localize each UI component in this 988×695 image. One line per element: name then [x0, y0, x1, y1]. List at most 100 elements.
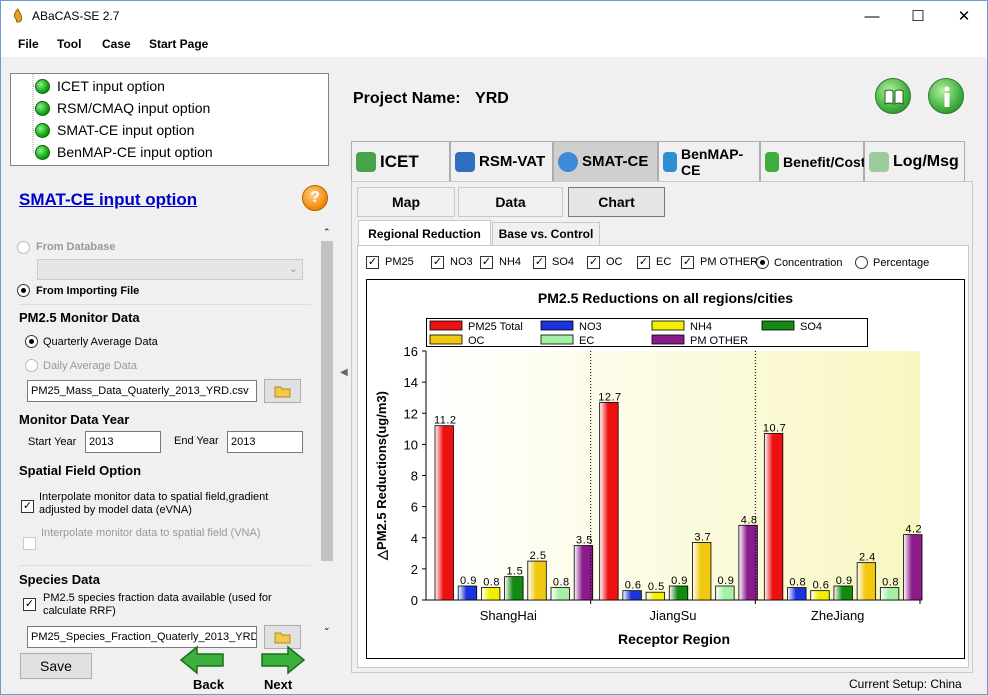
help-button[interactable]: ?: [302, 185, 328, 211]
options-scrollbar[interactable]: ⌃ ⌄: [319, 225, 335, 638]
next-button-label[interactable]: Next: [264, 677, 292, 692]
scroll-thumb[interactable]: [321, 241, 333, 561]
x-axis-label: Receptor Region: [618, 631, 730, 647]
back-arrow-icon[interactable]: [179, 645, 225, 675]
bar-value-label: 0.9: [671, 575, 688, 587]
minimize-icon: —: [864, 7, 880, 25]
quarterly-label: Quarterly Average Data: [43, 336, 158, 348]
legend-swatch: [540, 320, 574, 331]
tree-item-icet[interactable]: ICET input option: [35, 78, 165, 94]
bar-pm-other: [903, 534, 923, 601]
species-check-label: EC: [656, 256, 672, 268]
subtab-chart[interactable]: Chart: [568, 187, 665, 217]
tab-icet[interactable]: ICET: [351, 141, 450, 181]
question-icon: ?: [310, 189, 320, 206]
species-check-so4[interactable]: ✓: [533, 256, 546, 269]
species-check-ec[interactable]: ✓: [637, 256, 650, 269]
daily-label: Daily Average Data: [43, 360, 137, 372]
tree-item-smat-ce[interactable]: SMAT-CE input option: [35, 122, 194, 138]
from-importing-radio[interactable]: [17, 284, 30, 297]
start-year-input[interactable]: 2013: [85, 431, 161, 453]
bar-oc: [856, 562, 877, 601]
from-database-radio[interactable]: [17, 241, 30, 254]
subtab-map[interactable]: Map: [357, 187, 455, 217]
tree-item-rsm-cmaq[interactable]: RSM/CMAQ input option: [35, 100, 210, 116]
collapse-left-icon[interactable]: ◀: [340, 367, 348, 378]
benefit-cost-icon: [765, 151, 779, 172]
mode-radio-percentage[interactable]: [855, 256, 868, 269]
from-database-label: From Database: [36, 241, 116, 253]
menu-file[interactable]: File: [18, 37, 39, 51]
book-button[interactable]: [875, 78, 911, 114]
species-check-nh4[interactable]: ✓: [480, 256, 493, 269]
monitor-file-input[interactable]: PM25_Mass_Data_Quaterly_2013_YRD.csv: [27, 380, 257, 402]
y-tick-label: 12: [404, 406, 418, 421]
legend-label: SO4: [800, 321, 822, 333]
green-node-icon: [35, 79, 50, 94]
quarterly-radio[interactable]: [25, 335, 38, 348]
species-check-no3[interactable]: ✓: [431, 256, 444, 269]
tab-smat-ce[interactable]: SMAT-CE: [553, 141, 658, 181]
species-checkbox[interactable]: ✓: [23, 598, 36, 611]
tab-benmap-ce[interactable]: BenMAP-CE: [658, 141, 760, 181]
bar-no3: [457, 585, 478, 601]
bar-ec: [879, 587, 900, 601]
mode-radio-label: Concentration: [774, 257, 843, 269]
y-tick-label: 6: [411, 500, 418, 515]
species-check-pm-other[interactable]: ✓: [681, 256, 694, 269]
bar-value-label: 0.8: [483, 577, 500, 589]
tree-item-benmap-ce[interactable]: BenMAP-CE input option: [35, 144, 213, 160]
tab-log-msg[interactable]: Log/Msg: [864, 141, 965, 181]
species-check-oc[interactable]: ✓: [587, 256, 600, 269]
maximize-icon: ☐: [911, 8, 925, 25]
option-tree: ICET input option RSM/CMAQ input option …: [10, 73, 329, 166]
bar-value-label: 4.2: [905, 524, 922, 536]
section-title-link[interactable]: SMAT-CE input option: [19, 190, 197, 210]
tab-benefit-cost[interactable]: Benefit/Cost: [760, 141, 865, 181]
species-check-pm25[interactable]: ✓: [366, 256, 379, 269]
species-data-header: Species Data: [19, 572, 100, 587]
evna-checkbox[interactable]: ✓: [21, 500, 34, 513]
tab-rsm-vat[interactable]: RSM-VAT: [450, 141, 553, 181]
spatial-field-header: Spatial Field Option: [19, 463, 142, 478]
menu-case[interactable]: Case: [102, 37, 131, 51]
save-button[interactable]: Save: [20, 653, 92, 679]
minimize-button[interactable]: —: [849, 1, 895, 31]
y-tick-label: 2: [411, 562, 418, 577]
bar-oc: [527, 560, 547, 601]
info-button[interactable]: [928, 78, 964, 114]
database-dropdown[interactable]: ⌄: [37, 259, 303, 280]
species-check-label: PM OTHER: [700, 256, 759, 268]
next-arrow-icon[interactable]: [260, 645, 306, 675]
window-title: ABaCAS-SE 2.7: [32, 9, 120, 23]
browse-folder-button[interactable]: [264, 379, 301, 403]
bar-value-label: 2.5: [530, 550, 547, 562]
legend-swatch: [651, 334, 685, 345]
end-year-input[interactable]: 2013: [227, 431, 303, 453]
y-tick-label: 8: [411, 469, 418, 484]
vna-checkbox[interactable]: [23, 537, 36, 550]
bar-oc: [692, 542, 712, 601]
species-check-label: PM25: [385, 256, 414, 268]
legend-swatch: [540, 334, 574, 345]
panel-splitter[interactable]: ◀: [339, 57, 351, 694]
project-name: Project Name: YRD: [353, 90, 509, 107]
maximize-button[interactable]: ☐: [895, 1, 941, 31]
mode-radio-label: Percentage: [873, 257, 930, 269]
subtab-data[interactable]: Data: [458, 187, 563, 217]
charttab-regional-reduction[interactable]: Regional Reduction: [358, 220, 491, 246]
bar-no3: [787, 587, 807, 601]
daily-radio[interactable]: [25, 359, 38, 372]
menu-tool[interactable]: Tool: [57, 37, 81, 51]
benmap-ce-icon: [663, 151, 677, 172]
mode-radio-concentration[interactable]: [756, 256, 769, 269]
close-button[interactable]: ✕: [941, 1, 987, 31]
start-year-label: Start Year: [28, 436, 77, 448]
menu-start-page[interactable]: Start Page: [149, 37, 208, 51]
bar-value-label: 0.8: [553, 577, 570, 589]
right-panel: Project Name: YRD ICET RSM-VAT SMAT-CE B…: [351, 57, 987, 694]
legend-label: PM OTHER: [690, 335, 748, 347]
charttab-base-vs-control[interactable]: Base vs. Control: [492, 222, 600, 245]
back-button-label[interactable]: Back: [193, 677, 224, 692]
bar-pm-other: [738, 524, 758, 601]
